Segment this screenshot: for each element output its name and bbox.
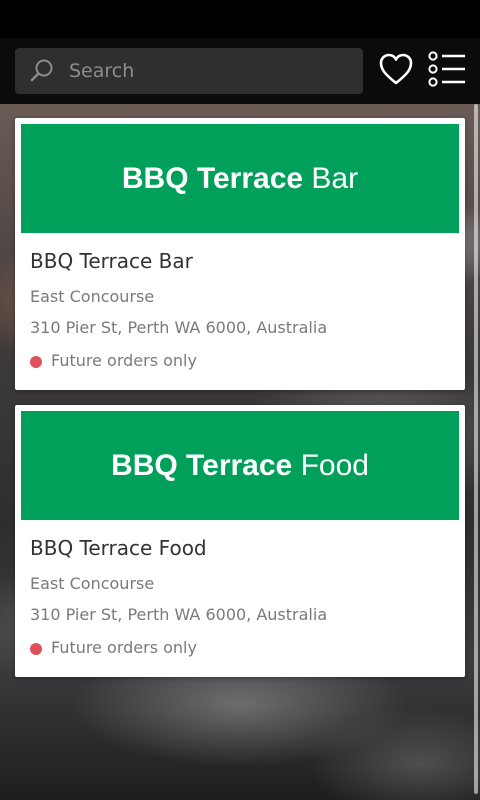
status-indicator [30, 643, 42, 655]
venue-card[interactable]: BBQ Terrace Bar BBQ Terrace Bar East Con… [15, 118, 465, 390]
venue-name: BBQ Terrace Bar [30, 249, 193, 273]
venue-card[interactable]: BBQ Terrace Food BBQ Terrace Food East C… [15, 405, 465, 677]
search-bar[interactable] [15, 48, 363, 94]
venue-list[interactable]: BBQ Terrace Bar BBQ Terrace Bar East Con… [0, 104, 480, 800]
search-input[interactable] [69, 48, 349, 94]
venue-name: BBQ Terrace Food [30, 536, 207, 560]
venue-address: 310 Pier St, Perth WA 6000, Australia [30, 318, 328, 337]
venue-status: Future orders only [51, 351, 197, 370]
venue-banner: BBQ Terrace Food [21, 411, 459, 520]
heart-icon[interactable] [378, 52, 414, 88]
venue-status: Future orders only [51, 638, 197, 657]
venue-address: 310 Pier St, Perth WA 6000, Australia [30, 605, 328, 624]
search-icon [30, 59, 53, 82]
scrollbar[interactable] [474, 104, 478, 794]
venue-logo: BBQ Terrace Food [111, 448, 369, 482]
venue-area: East Concourse [30, 574, 155, 593]
venue-banner: BBQ Terrace Bar [21, 124, 459, 233]
venue-logo: BBQ Terrace Bar [121, 161, 359, 195]
app-header [0, 38, 480, 104]
status-bar [0, 0, 480, 38]
status-indicator [30, 356, 42, 368]
list-menu-icon[interactable] [427, 50, 467, 88]
venue-area: East Concourse [30, 287, 155, 306]
